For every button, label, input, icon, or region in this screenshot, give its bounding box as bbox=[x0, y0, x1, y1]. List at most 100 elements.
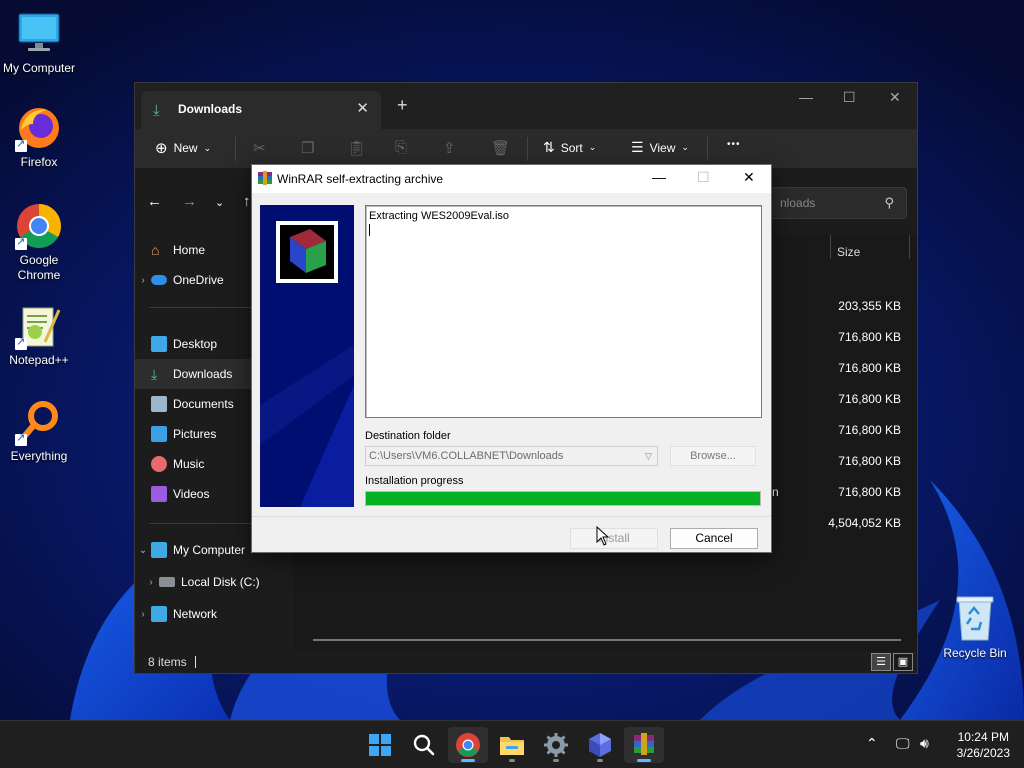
new-label: New bbox=[173, 141, 198, 155]
shortcut-arrow-icon bbox=[15, 335, 27, 350]
chevron-down-icon[interactable]: ▽ bbox=[640, 447, 657, 465]
desktop-icon-chrome[interactable]: Google Chrome bbox=[0, 202, 78, 283]
delete-icon[interactable]: 🗑︎ bbox=[491, 139, 510, 157]
close-tab-icon[interactable]: ✕ bbox=[356, 99, 369, 117]
copy-icon[interactable]: ❐ bbox=[301, 139, 314, 157]
search-input[interactable]: nloads ⚲ bbox=[767, 187, 907, 219]
minimize-icon[interactable]: — bbox=[652, 169, 666, 185]
monitor-icon bbox=[18, 13, 60, 51]
horizontal-scrollbar[interactable] bbox=[313, 639, 901, 641]
dialog-titlebar: WinRAR self-extracting archive — ☐ ✕ bbox=[252, 165, 771, 193]
explorer-toolbar: ⊕ New ⌄ ✂ ❐ 📋︎ ⎘ ⇪ 🗑︎ ⇅ Sort ⌄ ☰ View ⌄ … bbox=[135, 129, 917, 169]
show-hidden-icons-chevron-icon[interactable]: ⌃ bbox=[866, 735, 878, 752]
new-button[interactable]: ⊕ New ⌄ bbox=[155, 139, 211, 157]
taskbar-settings[interactable] bbox=[536, 727, 576, 763]
home-icon: ⌂ bbox=[151, 242, 160, 258]
sidebar-item-network[interactable]: › Network bbox=[135, 599, 293, 629]
new-tab-button[interactable]: + bbox=[397, 95, 408, 116]
file-size: 716,800 KB bbox=[838, 454, 901, 468]
pictures-icon bbox=[151, 426, 167, 442]
expand-chevron-icon[interactable]: › bbox=[135, 275, 151, 286]
rename-icon[interactable]: ⎘ bbox=[395, 139, 407, 156]
sort-button[interactable]: ⇅ Sort ⌄ bbox=[543, 139, 596, 156]
destination-folder-label: Destination folder bbox=[365, 430, 451, 442]
maximize-icon[interactable]: ☐ bbox=[843, 89, 856, 106]
share-icon[interactable]: ⇪ bbox=[443, 139, 456, 157]
toolbar-divider bbox=[707, 137, 708, 161]
up-arrow-icon[interactable]: ↑ bbox=[243, 193, 251, 210]
taskbar-file-explorer[interactable] bbox=[492, 727, 532, 763]
minimize-icon[interactable]: — bbox=[799, 89, 813, 105]
taskbar-app[interactable] bbox=[580, 727, 620, 763]
close-icon[interactable]: ✕ bbox=[743, 169, 755, 186]
desktop-icon-recycle-bin[interactable]: Recycle Bin bbox=[936, 594, 1014, 660]
start-icon bbox=[369, 734, 391, 756]
sidebar-item-label: Pictures bbox=[173, 427, 217, 441]
sidebar-item-label: My Computer bbox=[173, 543, 246, 557]
cancel-button[interactable]: Cancel bbox=[670, 528, 758, 549]
toolbar-divider bbox=[235, 137, 236, 161]
column-header-size[interactable]: Size bbox=[837, 245, 860, 259]
sidebar-item-label: Music bbox=[173, 457, 205, 471]
shortcut-arrow-icon bbox=[15, 431, 27, 446]
system-clock[interactable]: 10:24 PM 3/26/2023 bbox=[957, 729, 1010, 761]
extraction-log[interactable]: Extracting WES2009Eval.iso bbox=[365, 205, 762, 418]
winrar-icon bbox=[634, 733, 654, 755]
file-size: 716,800 KB bbox=[838, 361, 901, 375]
install-button[interactable]: Install bbox=[570, 528, 658, 549]
desktop-icon-my-computer[interactable]: My Computer bbox=[0, 10, 78, 76]
desktop-icon-label: Firefox bbox=[20, 155, 58, 169]
shortcut-arrow-icon bbox=[15, 235, 27, 250]
sidebar-item-label: OneDrive bbox=[173, 273, 224, 287]
start-button[interactable] bbox=[360, 727, 400, 763]
volume-icon[interactable]: 🔊︎ bbox=[920, 735, 929, 752]
desktop-icon-label: Recycle Bin bbox=[943, 646, 1007, 660]
network-status-icon[interactable]: 🖵︎ bbox=[896, 735, 910, 752]
chrome-icon bbox=[456, 733, 480, 757]
forward-arrow-icon[interactable]: → bbox=[182, 193, 197, 210]
clock-date: 3/26/2023 bbox=[956, 746, 1010, 760]
status-divider bbox=[195, 656, 196, 668]
running-indicator bbox=[597, 759, 603, 762]
view-lines-icon: ☰ bbox=[631, 139, 644, 155]
sidebar-item-label: Downloads bbox=[173, 367, 233, 381]
taskbar-chrome[interactable] bbox=[448, 727, 488, 763]
collapse-chevron-icon[interactable]: ⌄ bbox=[135, 545, 151, 556]
tab-downloads[interactable]: ⤓ Downloads ✕ bbox=[141, 91, 381, 129]
recent-locations-chevron-icon[interactable]: ⌄ bbox=[215, 196, 224, 209]
details-view-icon[interactable]: ☰ bbox=[871, 653, 891, 671]
view-button[interactable]: ☰ View ⌄ bbox=[631, 139, 689, 156]
desktop-icon-everything[interactable]: Everything bbox=[0, 398, 78, 464]
text-caret bbox=[369, 224, 370, 236]
destination-folder-field[interactable]: C:\Users\VM6.COLLABNET\Downloads ▽ bbox=[365, 446, 658, 466]
tiles-view-icon[interactable]: ▣ bbox=[893, 653, 913, 671]
onedrive-cloud-icon bbox=[151, 275, 167, 285]
item-count: 8 items bbox=[148, 655, 187, 669]
more-options-button[interactable]: ••• bbox=[727, 139, 741, 150]
expand-chevron-icon[interactable]: › bbox=[143, 577, 159, 588]
download-arrow-icon: ⤓ bbox=[151, 366, 158, 382]
cut-icon[interactable]: ✂ bbox=[253, 139, 266, 157]
paste-icon[interactable]: 📋︎ bbox=[347, 139, 366, 157]
shortcut-arrow-icon bbox=[15, 137, 27, 152]
close-window-icon[interactable]: ✕ bbox=[889, 89, 901, 106]
dialog-button-row: Install Cancel bbox=[252, 516, 771, 552]
back-arrow-icon[interactable]: ← bbox=[147, 193, 162, 210]
browse-button[interactable]: Browse... bbox=[670, 446, 756, 466]
taskbar-winrar[interactable] bbox=[624, 727, 664, 763]
banner-art bbox=[260, 221, 354, 507]
sidebar-item-label: Videos bbox=[173, 487, 210, 501]
taskbar-search-button[interactable] bbox=[404, 727, 444, 763]
file-size: 716,800 KB bbox=[838, 485, 901, 499]
file-explorer-icon bbox=[500, 737, 524, 755]
desktop-icon-notepadpp[interactable]: Notepad++ bbox=[0, 302, 78, 368]
desktop-icon-label: Everything bbox=[10, 449, 68, 463]
view-label: View bbox=[649, 140, 676, 155]
expand-chevron-icon[interactable]: › bbox=[135, 609, 151, 620]
sidebar-item-local-disk[interactable]: › Local Disk (C:) bbox=[135, 567, 293, 597]
desktop-icon-firefox[interactable]: Firefox bbox=[0, 104, 78, 170]
installation-progress-label: Installation progress bbox=[365, 475, 464, 487]
sidebar-item-label: Home bbox=[173, 243, 206, 257]
dialog-banner-image bbox=[260, 205, 354, 507]
search-placeholder: nloads bbox=[780, 196, 816, 210]
